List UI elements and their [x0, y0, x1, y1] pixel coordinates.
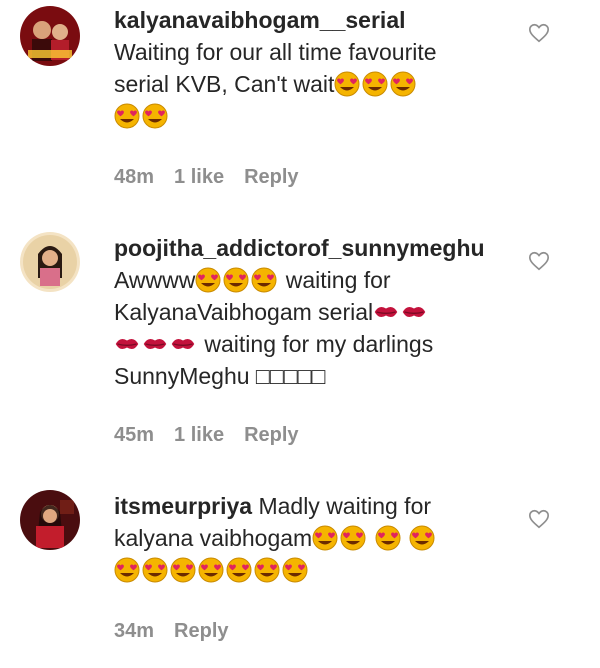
avatar[interactable]	[20, 490, 80, 550]
comment-likes[interactable]: 1 like	[174, 166, 224, 188]
comment-text: poojitha_addictorof_sunnymeghu Awwww wai…	[114, 232, 524, 392]
heart-eyes-emoji-icon	[390, 71, 416, 97]
comment-username[interactable]: itsmeurpriya	[114, 493, 252, 519]
comment-line: serial KVB, Can't wait	[114, 71, 335, 97]
heart-eyes-emoji-icon	[362, 71, 388, 97]
heart-eyes-emoji-icon	[375, 525, 401, 551]
avatar[interactable]	[20, 232, 80, 292]
comment-likes[interactable]: 1 like	[174, 424, 224, 446]
avatar[interactable]	[20, 6, 80, 66]
comment-line: SunnyMeghu □□□□□	[114, 363, 326, 389]
like-heart-icon[interactable]	[528, 508, 550, 530]
heart-eyes-emoji-icon	[198, 557, 224, 583]
comment-line: kalyana vaibhogam	[114, 525, 313, 551]
heart-eyes-emoji-icon	[409, 525, 435, 551]
comment-time: 48m	[114, 166, 155, 188]
like-heart-icon[interactable]	[528, 250, 550, 272]
comment-text: kalyanavaibhogam__serial Waiting for our…	[114, 4, 524, 132]
heart-eyes-emoji-icon	[223, 267, 249, 293]
comment-username[interactable]: poojitha_addictorof_sunnymeghu	[114, 235, 485, 261]
heart-eyes-emoji-icon	[226, 557, 252, 583]
heart-eyes-emoji-icon	[142, 103, 168, 129]
comment-meta: 34m Reply	[114, 620, 249, 643]
comment-text: itsmeurpriya Madly waiting for kalyana v…	[114, 490, 524, 586]
kiss-mark-emoji-icon	[401, 299, 427, 325]
heart-eyes-emoji-icon	[282, 557, 308, 583]
heart-eyes-emoji-icon	[114, 557, 140, 583]
kiss-mark-emoji-icon	[114, 331, 140, 357]
heart-eyes-emoji-icon	[170, 557, 196, 583]
heart-eyes-emoji-icon	[142, 557, 168, 583]
comment-time: 45m	[114, 424, 155, 446]
reply-button[interactable]: Reply	[244, 166, 298, 188]
kiss-mark-emoji-icon	[170, 331, 196, 357]
comment-time: 34m	[114, 620, 155, 642]
reply-button[interactable]: Reply	[174, 620, 228, 642]
comment-line: Awwww	[114, 267, 196, 293]
heart-eyes-emoji-icon	[340, 525, 366, 551]
comment-meta: 48m 1 like Reply	[114, 166, 319, 189]
heart-eyes-emoji-icon	[251, 267, 277, 293]
comment-line: Waiting for our all time favourite	[114, 39, 437, 65]
comment-line: Madly waiting for	[258, 493, 432, 519]
comment-line: waiting for my darlings	[204, 331, 434, 357]
heart-eyes-emoji-icon	[195, 267, 221, 293]
heart-eyes-emoji-icon	[114, 103, 140, 129]
heart-eyes-emoji-icon	[334, 71, 360, 97]
like-heart-icon[interactable]	[528, 22, 550, 44]
comment-line: waiting for	[285, 267, 391, 293]
comment-meta: 45m 1 like Reply	[114, 424, 319, 447]
heart-eyes-emoji-icon	[312, 525, 338, 551]
kiss-mark-emoji-icon	[373, 299, 399, 325]
comment-username[interactable]: kalyanavaibhogam__serial	[114, 7, 406, 33]
heart-eyes-emoji-icon	[254, 557, 280, 583]
reply-button[interactable]: Reply	[244, 424, 298, 446]
kiss-mark-emoji-icon	[142, 331, 168, 357]
comment-line: KalyanaVaibhogam serial	[114, 299, 374, 325]
